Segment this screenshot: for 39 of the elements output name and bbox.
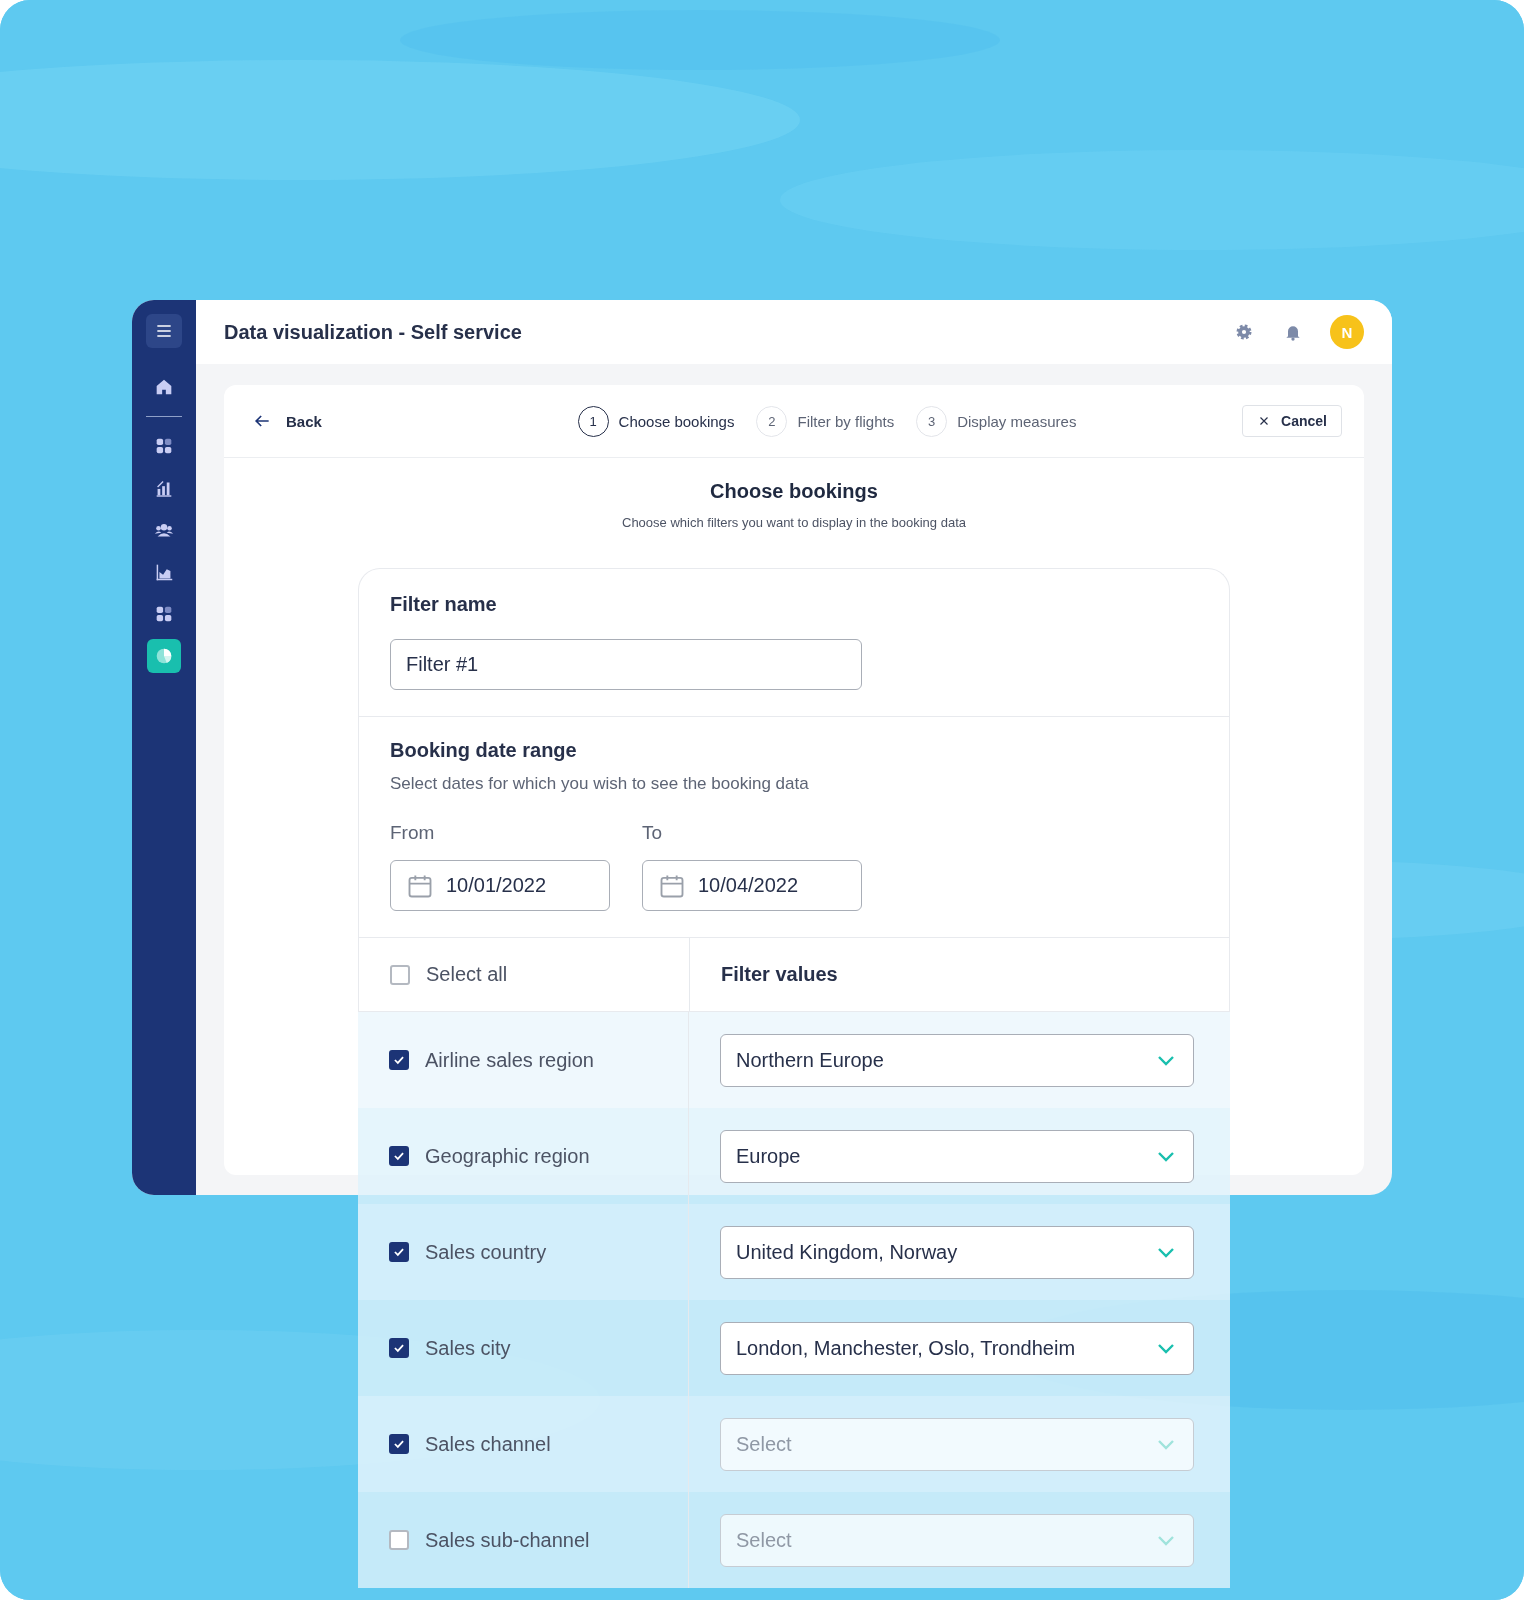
window-title: Data visualization - Self service [224, 320, 523, 344]
field-label: To [642, 822, 664, 844]
date-field[interactable]: 10/01/2022 [390, 860, 610, 911]
dropdown[interactable]: Europe [720, 1129, 1194, 1183]
column-header: Filter values [721, 963, 838, 986]
checkbox-label: Select all [426, 963, 508, 986]
checkbox[interactable] [389, 1050, 409, 1070]
checkbox[interactable] [390, 964, 410, 985]
wizard-step[interactable]: 1 Choose bookings [577, 405, 735, 437]
wizard-step[interactable]: 2 Filter by flights [756, 405, 895, 437]
back-label: Back [286, 412, 322, 430]
checkbox[interactable] [389, 1530, 409, 1550]
field-label: Filter name [390, 593, 498, 616]
back-link[interactable]: Back [252, 411, 322, 431]
page-subheading: Choose which filters you want to display in the booking data [622, 515, 966, 530]
wizard-step[interactable]: 3 Display measures [916, 405, 1077, 437]
page-heading: Choose bookings [710, 480, 878, 503]
dropdown[interactable]: United Kingdom, Norway [720, 1225, 1194, 1279]
field-label: From [390, 822, 436, 844]
checkbox[interactable] [389, 1338, 409, 1358]
dropdown[interactable]: Northern Europe [720, 1033, 1194, 1087]
menu-button[interactable] [146, 314, 182, 348]
dropdown[interactable]: London, Manchester, Oslo, Trondheim [720, 1321, 1194, 1375]
checkbox[interactable] [389, 1242, 409, 1262]
filter-name-field[interactable]: Filter #1 [390, 639, 862, 690]
checkbox-label: Sales sub-channel [425, 1528, 590, 1552]
sidebar-item[interactable] [147, 639, 181, 673]
checkbox[interactable] [389, 1146, 409, 1166]
section-title: Booking date range [390, 739, 578, 762]
checkbox-label: Sales country [425, 1240, 547, 1264]
checkbox-label: Geographic region [425, 1144, 590, 1168]
section-description: Select dates for which you wish to see the booking data [390, 774, 810, 794]
checkbox-label: Sales channel [425, 1432, 551, 1456]
checkbox[interactable] [389, 1434, 409, 1454]
settings-icon [1234, 322, 1254, 342]
checkbox-label: Airline sales region [425, 1048, 594, 1072]
checkbox-label: Sales city [425, 1336, 511, 1360]
date-field[interactable]: 10/04/2022 [642, 860, 862, 911]
cancel-button[interactable]: Cancel [1242, 405, 1342, 437]
